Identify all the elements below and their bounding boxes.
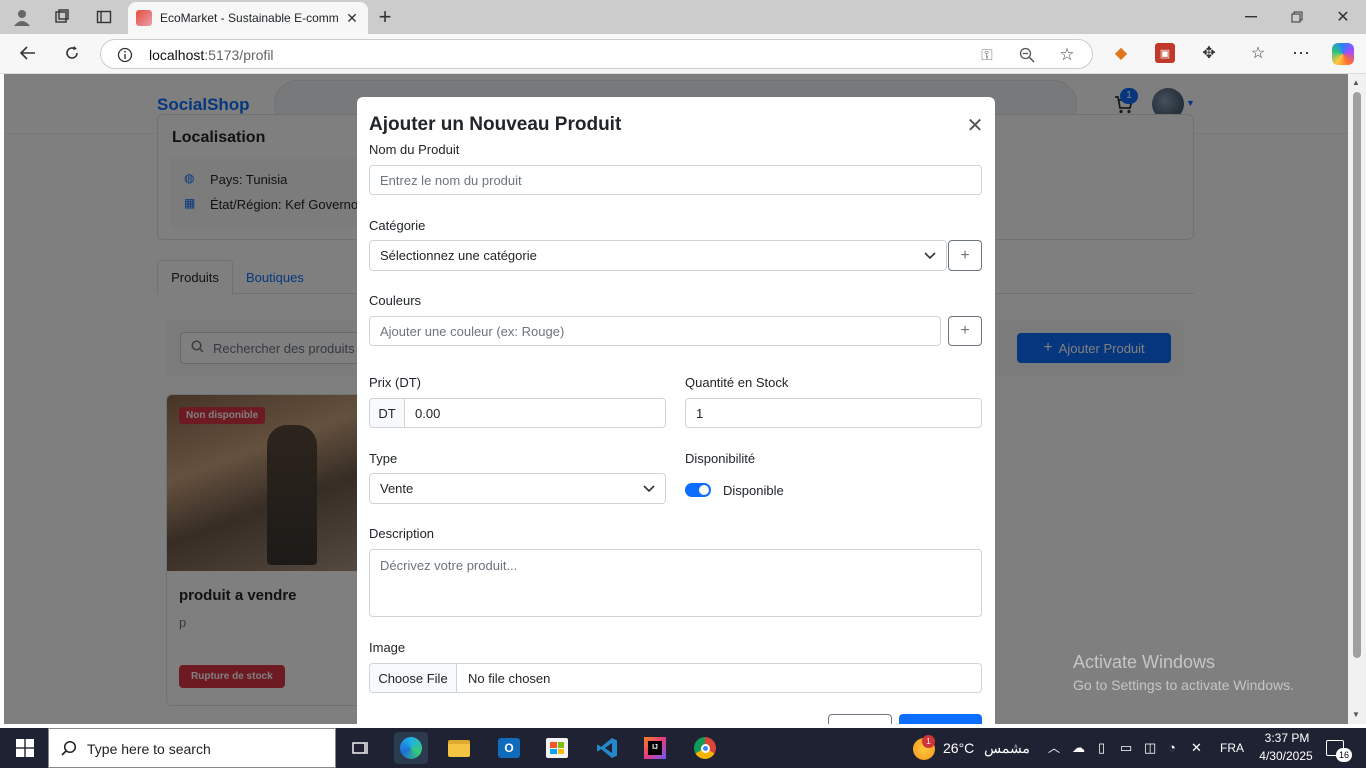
image-file-input[interactable]: Choose File No file chosen	[369, 663, 982, 693]
task-view-icon[interactable]	[344, 732, 378, 764]
submit-button[interactable]	[899, 714, 982, 724]
windows-taskbar: Type here to search O IJ 1 26°C مشمس ︿ ☁…	[0, 728, 1366, 768]
notification-count-badge: 16	[1336, 748, 1352, 762]
show-hidden-icons-icon[interactable]: ︿	[1048, 739, 1060, 756]
activate-windows-title: Activate Windows	[1073, 652, 1216, 672]
currency-prefix: DT	[369, 398, 405, 428]
color-input[interactable]: Ajouter une couleur (ex: Rouge)	[369, 316, 941, 346]
activate-windows-subtitle: Go to Settings to activate Windows.	[1073, 677, 1294, 693]
more-menu-icon[interactable]: ⋯	[1290, 42, 1312, 64]
weather-text[interactable]: مشمس	[984, 740, 1030, 757]
microsoft-store-icon[interactable]	[540, 732, 574, 764]
clock-date[interactable]: 4/30/2025	[1258, 749, 1314, 763]
back-icon[interactable]	[16, 41, 40, 65]
outlook-icon[interactable]: O	[492, 732, 526, 764]
name-label: Nom du Produit	[369, 142, 460, 157]
site-info-icon[interactable]	[115, 45, 135, 65]
tab-actions-icon[interactable]	[90, 5, 118, 29]
zoom-icon[interactable]	[1017, 45, 1037, 65]
chevron-down-icon	[924, 248, 936, 263]
add-color-button[interactable]: +	[948, 316, 982, 346]
description-label: Description	[369, 526, 435, 541]
add-category-button[interactable]: +	[948, 240, 982, 271]
availability-toggle[interactable]	[685, 483, 711, 497]
price-input[interactable]: 0.00	[404, 398, 666, 428]
language-indicator[interactable]: FRA	[1220, 741, 1244, 755]
type-label: Type	[369, 451, 398, 466]
jetbrains-icon[interactable]: IJ	[638, 732, 672, 764]
battery-icon[interactable]: ▯	[1098, 740, 1105, 756]
description-textarea[interactable]: Décrivez votre produit...	[369, 549, 982, 617]
page-scrollbar[interactable]: ▲ ▼	[1348, 74, 1366, 724]
image-label: Image	[369, 640, 406, 655]
camera-icon[interactable]: ◫	[1144, 740, 1156, 756]
taskbar-search-placeholder: Type here to search	[87, 741, 211, 757]
extensions-puzzle-icon[interactable]: ✥	[1198, 42, 1220, 64]
stock-label: Quantité en Stock	[685, 375, 789, 390]
toggle-knob	[699, 485, 709, 495]
scroll-up-icon[interactable]: ▲	[1352, 78, 1360, 87]
new-tab-button[interactable]: +	[372, 4, 398, 29]
collections-icon[interactable]: ☆	[1247, 42, 1269, 64]
category-label: Catégorie	[369, 218, 426, 233]
close-window-icon[interactable]: ✕	[1328, 5, 1358, 29]
clock-time[interactable]: 3:37 PM	[1262, 731, 1312, 745]
chevron-down-icon	[643, 481, 655, 496]
close-icon[interactable]: ✕	[963, 114, 987, 137]
metamask-extension-icon[interactable]: ◆	[1110, 42, 1132, 64]
volume-muted-icon[interactable]: ✕	[1191, 740, 1202, 756]
favorite-star-icon[interactable]: ☆	[1057, 45, 1077, 65]
taskbar-search-box[interactable]: Type here to search	[48, 728, 336, 768]
chrome-icon[interactable]	[688, 732, 722, 764]
vscode-icon[interactable]	[590, 732, 624, 764]
category-value: Sélectionnez une catégorie	[380, 248, 537, 263]
category-select[interactable]: Sélectionnez une catégorie	[369, 240, 947, 271]
profile-icon[interactable]	[8, 5, 36, 29]
minimize-icon[interactable]	[1236, 5, 1266, 29]
network-icon[interactable]: ▭	[1120, 740, 1132, 756]
password-key-icon[interactable]: ⚿	[977, 45, 997, 65]
add-product-modal: Ajouter un Nouveau Produit ✕ Nom du Prod…	[357, 97, 995, 724]
cancel-button[interactable]	[828, 714, 892, 724]
product-name-input[interactable]: Entrez le nom du produit	[369, 165, 982, 195]
scroll-down-icon[interactable]: ▼	[1352, 710, 1360, 719]
copilot-icon[interactable]	[1332, 43, 1354, 65]
choose-file-button[interactable]: Choose File	[370, 664, 457, 692]
edge-browser-icon[interactable]	[394, 732, 428, 764]
onedrive-cloud-icon[interactable]: ☁	[1072, 740, 1085, 756]
close-tab-icon[interactable]: ✕	[342, 8, 362, 28]
availability-label: Disponibilité	[685, 451, 756, 466]
modal-title: Ajouter un Nouveau Produit	[369, 114, 622, 135]
restore-icon[interactable]	[1282, 5, 1312, 29]
stock-input[interactable]: 1	[685, 398, 982, 428]
weather-badge: 1	[922, 735, 935, 748]
url-field[interactable]: localhost:5173/profil ⚿ ☆	[100, 39, 1093, 69]
type-value: Vente	[380, 481, 414, 496]
type-select[interactable]: Vente	[369, 473, 666, 504]
price-label: Prix (DT)	[369, 375, 421, 390]
site-favicon-icon	[136, 10, 152, 26]
url-text: localhost:5173/profil	[149, 47, 274, 63]
windows-start-icon[interactable]	[8, 736, 42, 760]
file-explorer-icon[interactable]	[442, 732, 476, 764]
wifi-icon[interactable]: ◔	[1168, 740, 1176, 755]
browser-tab-strip: EcoMarket - Sustainable E-comm ✕ + ✕	[0, 0, 1366, 34]
tab-active[interactable]: EcoMarket - Sustainable E-comm ✕	[128, 2, 368, 34]
refresh-icon[interactable]	[60, 41, 84, 65]
extension-red-icon[interactable]: ▣	[1155, 43, 1175, 63]
search-icon	[61, 740, 77, 759]
file-status: No file chosen	[468, 671, 551, 686]
workspaces-icon[interactable]	[48, 5, 76, 29]
availability-value: Disponible	[723, 483, 784, 498]
colors-label: Couleurs	[369, 293, 422, 308]
weather-temp[interactable]: 26°C	[943, 740, 974, 756]
tab-title: EcoMarket - Sustainable E-comm	[160, 11, 339, 25]
scrollbar-thumb[interactable]	[1353, 92, 1361, 658]
